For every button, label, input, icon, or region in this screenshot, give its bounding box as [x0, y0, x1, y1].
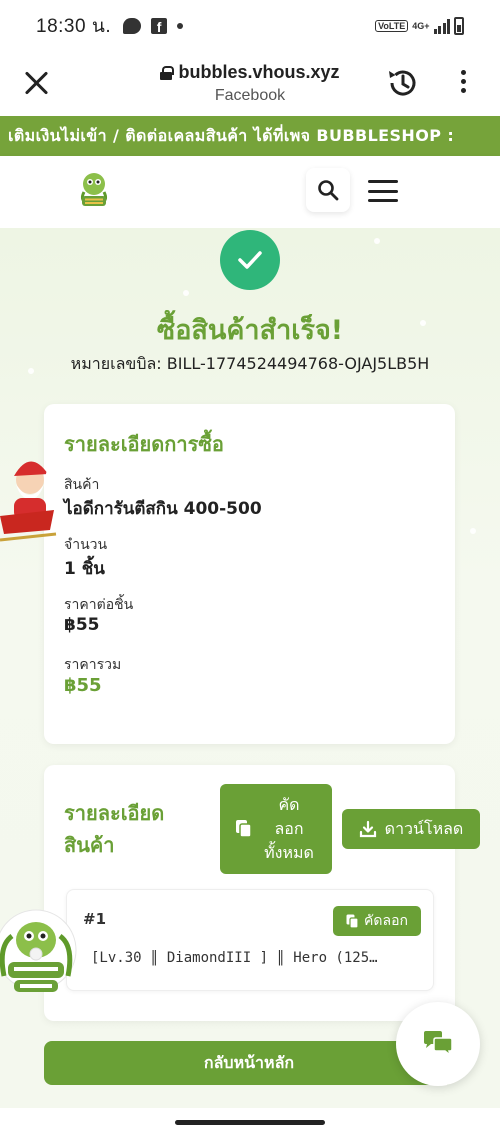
status-time: 18:30 น.: [36, 16, 112, 37]
download-label: ดาวน์โหลด: [384, 818, 464, 838]
product-item: #1 คัดลอก [Lv.30 ║ DiamondIII ] ║ Hero (…: [66, 889, 434, 991]
copy-icon: [346, 914, 359, 929]
system-navigation-bar: [0, 1108, 500, 1139]
home-indicator[interactable]: [175, 1120, 325, 1125]
chat-button[interactable]: [396, 1002, 480, 1086]
copy-item-button[interactable]: คัดลอก: [333, 906, 421, 936]
total-value: ฿55: [64, 675, 102, 696]
download-button[interactable]: ดาวน์โหลด: [342, 809, 480, 849]
bill-label: หมายเลขบิล:: [70, 354, 162, 373]
success-title: ซื้อสินค้าสำเร็จ!: [156, 315, 344, 346]
copy-all-label-1: คัด: [278, 795, 300, 814]
copy-all-button[interactable]: คัด ลอก ทั้งหมด: [220, 784, 332, 874]
quantity-value: 1 ชิ้น: [64, 559, 105, 579]
unit-price-value: ฿55: [64, 615, 100, 635]
close-icon[interactable]: [22, 68, 52, 98]
url-display[interactable]: bubbles.vhous.xyz Facebook: [100, 62, 400, 105]
purchase-details-card: รายละเอียดการซื้อ สินค้า ไอดีการันตีสกิน…: [44, 404, 455, 744]
product-details-title: รายละเอียด สินค้า: [64, 797, 164, 861]
quantity-label: จำนวน: [64, 537, 108, 553]
santa-sleigh-decoration: [0, 461, 57, 542]
url-subtitle: Facebook: [214, 87, 286, 104]
more-notifications-icon: [177, 23, 184, 29]
download-icon: [359, 820, 376, 838]
more-options-icon[interactable]: [455, 70, 471, 100]
url-text: bubbles.vhous.xyz: [178, 62, 340, 82]
bill-number: BILL-1774524494768-OJAJ5LB5H: [166, 354, 430, 373]
lock-icon: [160, 65, 175, 80]
notification-icons: f: [123, 18, 184, 35]
menu-icon[interactable]: [368, 180, 398, 202]
bubbleshop-mascot-logo: [0, 909, 77, 992]
browser-toolbar: bubbles.vhous.xyz Facebook: [0, 52, 500, 116]
copy-all-label-2: ลอก: [274, 819, 304, 838]
search-icon: [318, 180, 339, 201]
back-home-button[interactable]: กลับหน้าหลัก: [44, 1041, 454, 1085]
copy-all-label-3: ทั้งหมด: [264, 843, 314, 862]
battery-icon: [454, 17, 464, 35]
copy-icon: [236, 820, 252, 838]
total-label: ราคารวม: [64, 657, 122, 673]
bubbleshop-logo[interactable]: [76, 170, 112, 210]
signal-icon: [433, 18, 450, 34]
marquee-text: เติมเงินไม่เข้า / ติดต่อเคลมสินค้า ได้ที…: [8, 125, 455, 145]
facebook-notification-icon: f: [151, 18, 168, 35]
purchase-details-title: รายละเอียดการซื้อ: [64, 432, 224, 456]
chat-icon: [424, 1031, 453, 1057]
product-value: ไอดีการันตีสกิน 400-500: [64, 499, 262, 519]
announcement-marquee: เติมเงินไม่เข้า / ติดต่อเคลมสินค้า ได้ที…: [0, 116, 500, 156]
product-details-card: รายละเอียด สินค้า คัด ลอก ทั้งหมด ดาวน์โ…: [44, 765, 480, 1021]
product-details-title-line2: สินค้า: [64, 833, 115, 857]
item-text: [Lv.30 ║ DiamondIII ] ║ Hero (125…: [91, 950, 378, 966]
chat-notification-icon: [123, 18, 142, 34]
status-bar: 18:30 น. f VoLTE 4G+: [0, 0, 500, 52]
volte-icon: VoLTE: [375, 20, 409, 32]
product-label: สินค้า: [64, 477, 100, 493]
unit-price-label: ราคาต่อชิ้น: [64, 597, 134, 613]
copy-item-label: คัดลอก: [364, 913, 408, 929]
history-icon[interactable]: [386, 66, 420, 100]
product-details-title-line1: รายละเอียด: [64, 801, 165, 825]
site-header: [0, 156, 500, 228]
success-check-icon: [220, 230, 280, 290]
search-button[interactable]: [306, 168, 350, 212]
network-type-icon: 4G+: [412, 20, 430, 31]
item-number: #1: [83, 910, 107, 928]
bill-number-line: หมายเลขบิล: BILL-1774524494768-OJAJ5LB5H: [0, 352, 500, 377]
system-icons: VoLTE 4G+: [375, 17, 464, 35]
